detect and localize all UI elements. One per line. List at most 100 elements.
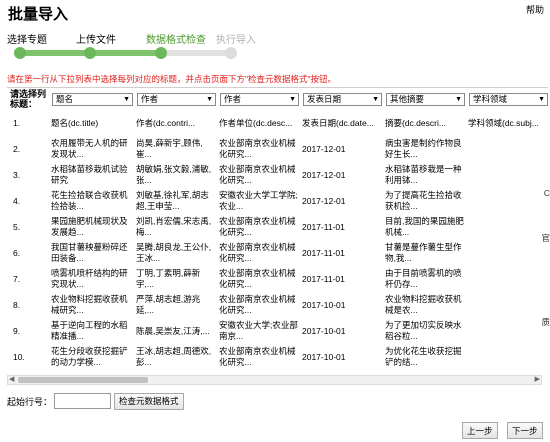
cell-text: 果园施肥机械现状及发展趋... xyxy=(51,216,128,237)
cell-text: 2017-11-01 xyxy=(302,273,345,284)
scroll-right-icon[interactable]: ▶ xyxy=(535,375,540,383)
row-number: 2. xyxy=(13,144,21,154)
table-cell: 题名(dc.title) xyxy=(50,110,135,136)
column-select[interactable]: 作者 ▼ xyxy=(220,92,299,106)
row-number: 3. xyxy=(13,170,21,180)
start-row-group: 起始行号： 检查元数据格式 xyxy=(7,392,184,410)
table-cell: 吴腾,胡良龙,王公仆,王冰... xyxy=(135,240,218,266)
table-cell: 花生分段收获挖掘铲的动力学模... xyxy=(50,344,135,370)
table-cell: 2017-12-01 xyxy=(301,188,384,214)
cell-text: 作者单位(dc.desc... xyxy=(219,117,293,128)
table-cell: 摘要(dc.descri... xyxy=(384,110,467,136)
column-select-value: 发表日期 xyxy=(307,93,342,104)
cell-text: 基于逆向工程的水稻精准播... xyxy=(51,320,128,341)
cell-text: 为了提高花生捡拾收获机捡... xyxy=(385,190,462,211)
start-row-label: 起始行号： xyxy=(7,396,53,407)
cell-text: 农业物料挖掘收获机械研究... xyxy=(51,294,128,315)
table-row: 10. 花生分段收获挖掘铲的动力学模... 王冰,胡志超,周德欢,彭... 农业部南京… xyxy=(7,344,548,370)
dropdown-arrow-icon: ▼ xyxy=(123,95,130,103)
table-cell: 目前,我国的果园施肥机械... xyxy=(384,214,467,240)
table-cell: 由于目前喷雾机的喷杆仍存... xyxy=(384,266,467,292)
cell-text: 农业部南京农业机械化研究... xyxy=(219,242,296,263)
preview-table-container[interactable]: 请选择列标题： 题名 ▼ 作者 ▼ 作者 ▼ 发表日期 ▼ 其他摘要 ▼ 学科领域 ▼ 1.… xyxy=(7,87,548,385)
preview-table: 请选择列标题： 题名 ▼ 作者 ▼ 作者 ▼ 发表日期 ▼ 其他摘要 ▼ 学科领域 ▼ 1.… xyxy=(7,88,548,370)
table-cell: 作者单位(dc.desc... xyxy=(218,110,301,136)
table-cell xyxy=(467,240,548,266)
table-row: 3. 水稻钵苗移栽机试验研究 胡敏娟,张文毅,浦敏,张... 农业部南京农业机械化研究… xyxy=(7,162,548,188)
row-number: 6. xyxy=(13,248,21,258)
table-cell xyxy=(467,188,548,214)
table-cell: 2017-12-01 xyxy=(301,136,384,162)
cell-text: 2017-10-01 xyxy=(302,351,346,362)
column-select-value: 学科领域 xyxy=(473,93,508,104)
table-row: 5. 果园施肥机械现状及发展趋... 刘凯,肖宏儒,宋志禹,梅... 农业部南京农业机… xyxy=(7,214,548,240)
table-cell: 2017-11-01 xyxy=(301,266,384,292)
help-link[interactable]: 帮助 xyxy=(526,3,544,16)
cell-text: 学科领域(dc.subj... xyxy=(468,117,539,128)
column-select-value: 作者 xyxy=(141,93,159,104)
table-cell xyxy=(467,214,548,240)
cell-text: 2017-12-01 xyxy=(302,169,346,180)
cell-text: 尚昊,薛新宇,顾伟,崔... xyxy=(136,138,203,159)
instruction-text: 请在第一行从下拉列表中选择每列对应的标题，并点击页面下方"检查元数据格式"按钮。 xyxy=(7,74,337,84)
table-cell: 安徽农业大学;农业部南京... xyxy=(218,318,301,344)
cell-text: 安徽农业大学工学院;农业... xyxy=(219,190,298,211)
column-select-value: 作者 xyxy=(224,93,242,104)
table-cell: 农业部南京农业机械化研究... xyxy=(218,344,301,370)
next-step-button[interactable]: 下一步 xyxy=(507,422,543,439)
table-row: 2. 农用履带无人机的研发现状... 尚昊,薛新宇,顾伟,崔... 农业部南京农业机械… xyxy=(7,136,548,162)
column-select[interactable]: 发表日期 ▼ xyxy=(303,92,382,106)
column-select-value: 题名 xyxy=(56,93,74,104)
table-row: 8. 农业物料挖掘收获机械研究... 严萍,胡志超,游兆延,... 农业部南京农业机械… xyxy=(7,292,548,318)
table-cell: 农业物料挖掘收获机械研究... xyxy=(50,292,135,318)
cell-text: 甘薯是蔓作薯生型作物,我... xyxy=(385,242,462,263)
cell-text: 丁明,丁素明,薛新宇,... xyxy=(136,268,201,289)
table-cell: 刘敏基,徐礼军,胡志超,王申莹... xyxy=(135,188,218,214)
table-cell: 农业物料挖掘收获机械是农... xyxy=(384,292,467,318)
cell-text: 陈晨,吴崇友,江涛,... xyxy=(136,325,210,336)
table-cell: 2017-10-01 xyxy=(301,318,384,344)
table-cell xyxy=(467,162,548,188)
cell-text: 花生分段收获挖掘铲的动力学模... xyxy=(51,346,128,367)
scroll-left-icon[interactable]: ◀ xyxy=(9,375,14,383)
table-cell: 花生捡拾联合收获机捡拾装... xyxy=(50,188,135,214)
table-cell: 为了提高花生捡拾收获机捡... xyxy=(384,188,467,214)
table-cell: 发表日期(dc.date... xyxy=(301,110,384,136)
previous-step-button[interactable]: 上一步 xyxy=(462,422,498,439)
table-cell xyxy=(467,136,548,162)
cell-text: 由于目前喷雾机的喷杆仍存... xyxy=(385,268,462,289)
cell-text: 安徽农业大学;农业部南京... xyxy=(219,320,298,341)
cell-text: 刘凯,肖宏儒,宋志禹,梅... xyxy=(136,216,212,237)
start-row-input[interactable] xyxy=(54,393,112,409)
step-progress-bar xyxy=(14,47,239,59)
cell-text: 吴腾,胡良龙,王公仆,王冰... xyxy=(136,242,212,263)
check-metadata-format-button[interactable]: 检查元数据格式 xyxy=(114,392,184,410)
column-select[interactable]: 作者 ▼ xyxy=(137,92,216,106)
cell-text: 为了更加切实反映水稻谷粒... xyxy=(385,320,462,341)
table-cell: 严萍,胡志超,游兆延,... xyxy=(135,292,218,318)
column-select[interactable]: 学科领域 ▼ xyxy=(469,92,548,106)
table-cell: 基于逆向工程的水稻精准播... xyxy=(50,318,135,344)
column-select[interactable]: 题名 ▼ xyxy=(52,92,133,106)
cell-text: 刘敏基,徐礼军,胡志超,王申莹... xyxy=(136,190,209,211)
page-title: 批量导入 xyxy=(8,6,69,23)
scrollbar-thumb[interactable] xyxy=(18,377,148,383)
row-number: 1. xyxy=(13,118,21,128)
cell-text: 目前,我国的果园施肥机械... xyxy=(385,216,464,237)
cell-text: 2017-10-01 xyxy=(302,325,346,336)
step-2-dot xyxy=(84,47,96,59)
table-cell: 水稻钵苗移栽机试验研究 xyxy=(50,162,135,188)
column-select[interactable]: 其他摘要 ▼ xyxy=(386,92,465,106)
cell-text: 摘要(dc.descri... xyxy=(385,117,446,128)
row-number: 7. xyxy=(13,274,21,284)
cell-text: 作者(dc.contri... xyxy=(136,117,196,128)
table-cell xyxy=(467,344,548,370)
horizontal-scrollbar[interactable]: ◀ ▶ xyxy=(7,375,542,385)
cell-text: 为优化花生收获挖掘铲的结... xyxy=(385,346,462,367)
cell-text: 农用履带无人机的研发现状... xyxy=(51,138,128,159)
table-cell: 农业部南京农业机械化研究... xyxy=(218,136,301,162)
table-cell: 水稻钵苗移栽是一种利用钵... xyxy=(384,162,467,188)
table-cell: 2017-10-01 xyxy=(301,292,384,318)
cell-text: 花生捡拾联合收获机捡拾装... xyxy=(51,190,128,211)
table-cell: 我国甘薯秧蔓粉碎还田装备... xyxy=(50,240,135,266)
